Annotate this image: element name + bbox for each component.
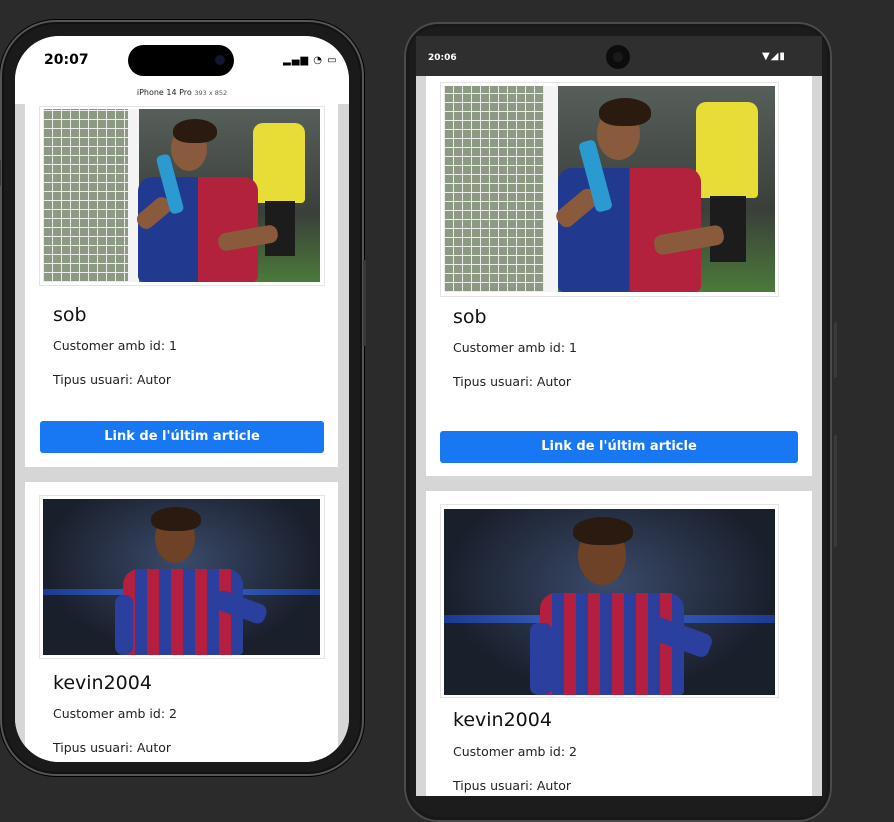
android-power-button [834,322,837,378]
profile-photo-frame [440,82,779,297]
android-volume-button [834,435,837,547]
iphone-side-button [0,160,1,186]
camera-icon [215,55,225,65]
user-type: Tipus usuari: Autor [453,778,572,793]
username: sob [53,304,87,326]
ios-clock: 20:07 [44,52,89,68]
customer-id: Customer amb id: 2 [53,706,177,721]
last-article-link-button[interactable]: Link de l'últim article [40,421,324,453]
user-type: Tipus usuari: Autor [453,374,572,389]
profile-card: sob Customer amb id: 1 Tipus usuari: Aut… [25,100,338,467]
profile-photo-frame [39,495,325,659]
profile-list[interactable]: sob Customer amb id: 1 Tipus usuari: Aut… [416,76,822,796]
device-name: iPhone 14 Pro [136,88,192,97]
customer-id: Customer amb id: 2 [453,744,577,759]
profile-list[interactable]: sob Customer amb id: 1 Tipus usuari: Aut… [15,100,349,762]
device-size: 393 x 852 [194,89,228,97]
camera-lens-icon [613,52,623,62]
profile-photo [43,109,320,282]
iphone-power-button [363,260,366,346]
profile-photo [444,86,775,292]
username: kevin2004 [453,709,552,731]
profile-card: kevin2004 Customer amb id: 2 Tipus usuar… [426,491,812,796]
username: kevin2004 [53,672,152,694]
wifi-signal-battery-icon: ▼◢▮ [762,51,786,62]
last-article-link-button[interactable]: Link de l'últim article [440,431,798,463]
iphone-screen: 20:07 ▂▄▆ ◔ ▭ iPhone 14 Pro 393 x 852 so… [15,36,349,762]
profile-card: sob Customer amb id: 1 Tipus usuari: Aut… [426,76,812,476]
user-type: Tipus usuari: Autor [53,372,172,387]
device-label: iPhone 14 Pro 393 x 852 [15,88,349,97]
profile-photo-frame [39,106,325,286]
user-type: Tipus usuari: Autor [53,740,172,755]
signal-wifi-battery-icon: ▂▄▆ ◔ ▭ [283,55,338,66]
username: sob [453,306,487,328]
customer-id: Customer amb id: 1 [53,338,177,353]
android-clock: 20:06 [428,53,457,63]
profile-photo [43,499,320,655]
profile-card: kevin2004 Customer amb id: 2 Tipus usuar… [25,482,338,762]
profile-photo-frame [440,504,779,698]
customer-id: Customer amb id: 1 [453,340,577,355]
android-screen: 20:06 ▼◢▮ sob Customer amb id: 1 Tipus u… [416,36,822,796]
profile-photo [444,509,775,695]
